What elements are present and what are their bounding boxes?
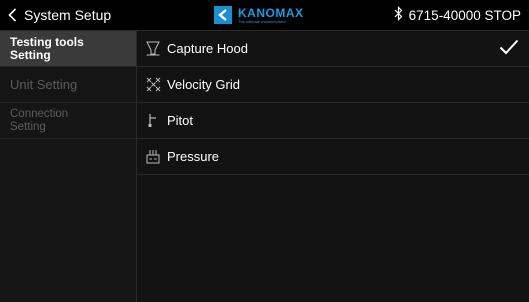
tool-label: Pressure: [167, 149, 220, 164]
sidebar-item-label: Testing tools Setting: [10, 34, 84, 62]
sidebar-item-label: Unit Setting: [10, 76, 78, 92]
sidebar: Testing tools Setting Unit Setting Conne…: [0, 31, 137, 302]
device-status-text: 6715-40000 STOP: [408, 7, 521, 23]
tool-label: Capture Hood: [167, 41, 248, 56]
kanomax-logo-icon: [214, 6, 232, 24]
tools-list: Capture Hood Velocity Grid Pitot Pressur…: [137, 31, 529, 302]
tool-row-velocity-grid[interactable]: Velocity Grid: [137, 67, 529, 103]
brand-name: KANOMAX: [238, 5, 304, 20]
back-label: System Setup: [24, 7, 112, 23]
chevron-left-icon: [8, 8, 17, 22]
sidebar-item-label: Connection Setting: [10, 108, 69, 133]
capture-hood-icon: [145, 41, 161, 57]
device-status: 6715-40000 STOP: [394, 0, 521, 30]
pitot-icon: [145, 113, 161, 129]
tool-label: Pitot: [167, 113, 194, 128]
checkmark-icon: [499, 39, 519, 58]
sidebar-item-testing-tools[interactable]: Testing tools Setting: [0, 31, 136, 67]
brand-logo: KANOMAX The ultimate measurement: [214, 5, 304, 25]
velocity-grid-icon: [145, 77, 161, 93]
pressure-icon: [145, 149, 161, 165]
tool-row-pressure[interactable]: Pressure: [137, 139, 529, 175]
brand-tagline: The ultimate measurement: [238, 18, 286, 24]
back-button[interactable]: System Setup: [8, 0, 111, 30]
bluetooth-icon: [394, 6, 403, 24]
tool-label: Velocity Grid: [167, 77, 240, 92]
tool-row-capture-hood[interactable]: Capture Hood: [137, 31, 529, 67]
top-bar: System Setup KANOMAX The ultimate measur…: [0, 0, 529, 31]
sidebar-item-unit-setting[interactable]: Unit Setting: [0, 67, 136, 103]
screen: System Setup KANOMAX The ultimate measur…: [0, 0, 529, 302]
tool-row-pitot[interactable]: Pitot: [137, 103, 529, 139]
sidebar-item-connection-setting[interactable]: Connection Setting: [0, 103, 136, 139]
